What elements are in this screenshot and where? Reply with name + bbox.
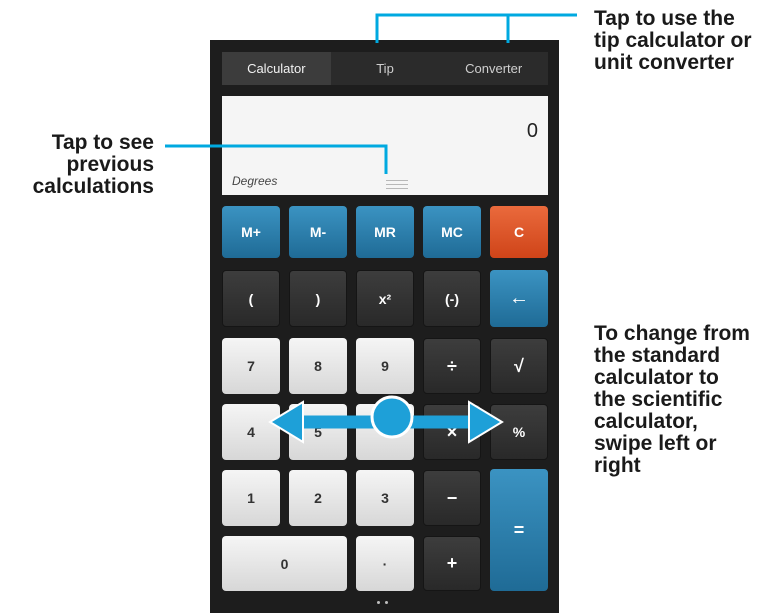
- annotation-overlay: [165, 13, 577, 444]
- tabs-callout-line: [375, 13, 577, 43]
- swipe-arrow-icon: [268, 395, 504, 444]
- history-callout-line: [165, 144, 388, 174]
